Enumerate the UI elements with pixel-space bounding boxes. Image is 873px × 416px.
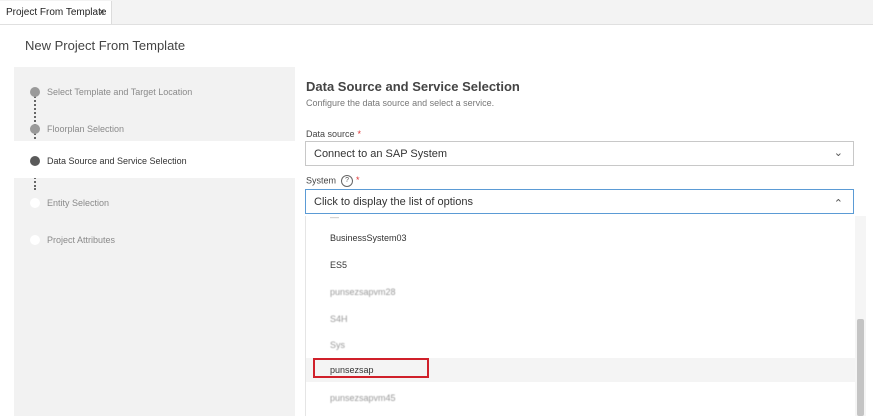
step-label: Project Attributes (47, 235, 116, 245)
page-title: New Project From Template (25, 38, 186, 53)
step-dot-icon (30, 198, 40, 208)
list-item[interactable]: BusinessSystem03 (306, 226, 855, 250)
highlight-box (313, 358, 429, 378)
step-dot-icon (30, 235, 40, 245)
close-icon[interactable]: × (99, 1, 105, 24)
wizard-steps: Select Template and Target Location Floo… (14, 67, 295, 416)
help-icon[interactable]: ? (341, 175, 354, 187)
step-select-template[interactable]: Select Template and Target Location (14, 72, 295, 109)
chevron-down-icon: ⌄ (833, 147, 843, 159)
section-title: Data Source and Service Selection (306, 79, 520, 94)
system-options-list: — BusinessSystem03 ES5 punsezsapvm28 S4H… (305, 216, 866, 416)
list-item-partial: — (330, 216, 339, 222)
list-item[interactable]: Sys (306, 333, 855, 357)
system-label: System? * (306, 175, 360, 187)
list-item[interactable]: S4H (306, 307, 855, 331)
list-item[interactable]: ES5 (306, 253, 855, 277)
chevron-up-icon: ⌃ (833, 198, 843, 210)
main-panel: Data Source and Service Selection Config… (296, 67, 873, 416)
step-dot-icon (30, 124, 40, 134)
step-project-attributes[interactable]: Project Attributes (14, 220, 295, 257)
scrollbar-thumb[interactable] (857, 319, 864, 416)
tab-project-from-template[interactable]: Project From Template × (0, 1, 112, 24)
data-source-label: Data source * (306, 129, 362, 139)
data-source-select[interactable]: Connect to an SAP System ⌄ (305, 141, 854, 166)
data-source-value: Connect to an SAP System (314, 148, 448, 160)
step-dot-icon (30, 87, 40, 97)
tab-bar: Project From Template × (0, 0, 873, 25)
scrollbar[interactable] (855, 216, 866, 416)
step-data-source[interactable]: Data Source and Service Selection (14, 141, 295, 178)
system-placeholder: Click to display the list of options (314, 196, 473, 208)
tab-label: Project From Template (6, 7, 107, 18)
step-label: Select Template and Target Location (47, 87, 193, 97)
step-label: Floorplan Selection (47, 124, 125, 134)
step-label: Entity Selection (47, 198, 110, 208)
step-label: Data Source and Service Selection (47, 156, 187, 166)
list-item[interactable]: punsezsapvm28 (306, 280, 855, 304)
list-item[interactable]: punsezsapvm45 (306, 386, 855, 410)
step-dot-icon (30, 156, 40, 166)
system-select[interactable]: Click to display the list of options ⌃ (305, 189, 854, 214)
step-entity-selection[interactable]: Entity Selection (14, 183, 295, 220)
section-subtitle: Configure the data source and select a s… (306, 98, 495, 108)
